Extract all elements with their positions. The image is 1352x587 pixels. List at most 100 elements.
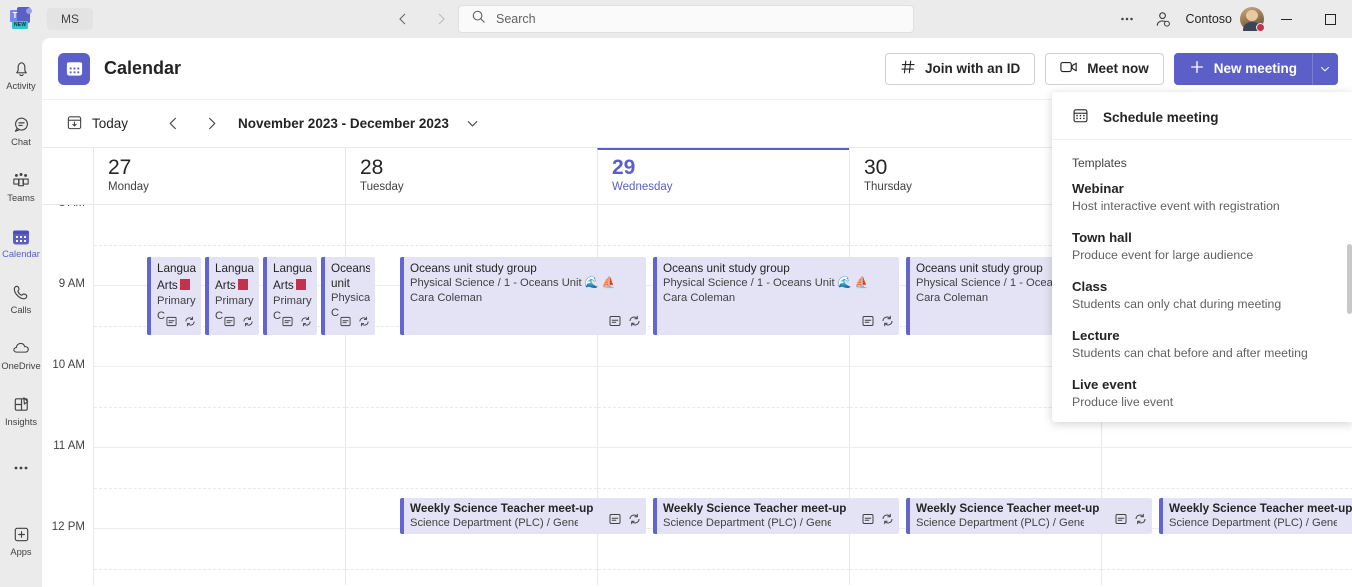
event-title-line2: unit [331, 276, 370, 291]
menu-item-webinar[interactable]: Webinar Host interactive event with regi… [1052, 174, 1352, 223]
today-label: Today [92, 116, 128, 131]
sidebar-item-more[interactable] [0, 440, 42, 492]
view-picker-button[interactable] [465, 116, 480, 131]
presence-badge-busy [1256, 23, 1265, 32]
sidebar-item-calendar[interactable]: Calendar [0, 216, 42, 268]
template-title: Lecture [1072, 327, 1332, 344]
calendar-event[interactable]: Weekly Science Teacher meet-up Science D… [1159, 498, 1352, 534]
event-title: Weekly Science Teacher meet-up [1169, 501, 1352, 516]
calendar-event[interactable]: Languag Arts Primary C [263, 257, 317, 335]
template-title: Town hall [1072, 229, 1332, 246]
event-icons [1115, 512, 1147, 530]
menu-item-live-event[interactable]: Live event Produce live event [1052, 370, 1352, 419]
time-label: 10 AM [52, 359, 85, 371]
event-subtitle: Primary [215, 294, 254, 309]
maximize-button[interactable] [1308, 0, 1352, 38]
people-add-icon[interactable] [1145, 4, 1181, 34]
event-icons [166, 314, 196, 332]
day-header-29-today[interactable]: 29 Wednesday [597, 148, 849, 204]
minimize-button[interactable] [1264, 0, 1308, 38]
sidebar-item-chat[interactable]: Chat [0, 104, 42, 156]
time-gutter: 9 AM [42, 286, 93, 367]
event-icons [862, 512, 894, 530]
calendar-event[interactable]: Oceans unit Physical C [321, 257, 375, 335]
app-tab-ms[interactable]: MS [47, 8, 93, 30]
calendar-icon [58, 53, 90, 85]
day-header-28[interactable]: 28 Tuesday [345, 148, 597, 204]
today-button[interactable]: Today [56, 108, 138, 140]
calendar-event[interactable]: Languag Arts Primary C [147, 257, 201, 335]
chevron-left-icon [166, 116, 181, 131]
calendar-event[interactable]: Weekly Science Teacher meet-up Science D… [653, 498, 899, 534]
calendar-event[interactable]: Oceans unit study group Physical Science… [653, 257, 899, 335]
prev-week-button[interactable] [158, 109, 188, 139]
note-icon [862, 314, 874, 332]
event-title: Languag [157, 261, 196, 276]
day-number: 27 [108, 155, 345, 180]
time-gutter-header [42, 148, 93, 204]
event-emoji: 🌊 ⛵ [838, 277, 869, 289]
time-slot[interactable] [345, 529, 597, 585]
event-subtitle: Primary [157, 294, 196, 309]
sidebar-item-apps[interactable]: Apps [0, 514, 42, 566]
sidebar-item-onedrive[interactable]: OneDrive [0, 328, 42, 380]
event-subtitle: Physical [331, 291, 370, 306]
sidebar-item-activity[interactable]: Activity [0, 48, 42, 100]
recurring-icon [628, 512, 641, 530]
template-description: Produce live event [1072, 394, 1332, 411]
next-week-button[interactable] [196, 109, 226, 139]
recurring-icon [881, 512, 894, 530]
menu-item-class[interactable]: Class Students can only chat during meet… [1052, 272, 1352, 321]
note-icon [340, 314, 351, 332]
meet-now-button[interactable]: Meet now [1045, 53, 1164, 85]
event-subtitle: Science Department (PLC) / Genera [663, 516, 831, 531]
sidebar-item-calls[interactable]: Calls [0, 272, 42, 324]
tenant-name[interactable]: Contoso [1185, 12, 1232, 26]
join-with-id-button[interactable]: Join with an ID [885, 53, 1035, 85]
new-meeting-button[interactable]: New meeting [1174, 53, 1312, 85]
sidebar-label: OneDrive [1, 361, 40, 371]
time-slot[interactable] [849, 529, 1101, 585]
time-slot[interactable] [1101, 529, 1352, 585]
new-meeting-split-button[interactable] [1312, 53, 1338, 85]
calendar-event[interactable]: Weekly Science Teacher meet-up Science D… [906, 498, 1152, 534]
calendar-event[interactable]: Weekly Science Teacher meet-up Science D… [400, 498, 646, 534]
titlebar-right-controls: Contoso [1109, 0, 1352, 38]
cloud-icon [10, 337, 32, 359]
day-header-27[interactable]: 27 Monday [93, 148, 345, 204]
recurring-icon [881, 314, 894, 332]
forward-button[interactable] [426, 4, 456, 34]
time-slot[interactable] [93, 367, 345, 448]
time-slot[interactable] [597, 367, 849, 448]
logo-new-badge: NEW [12, 21, 28, 29]
day-name: Monday [108, 181, 345, 193]
time-gutter: 12 PM [42, 529, 93, 585]
bell-icon [11, 57, 32, 79]
search-input[interactable]: Search [496, 12, 536, 26]
history-nav [388, 4, 456, 34]
event-icons [340, 314, 370, 332]
time-slot[interactable] [345, 367, 597, 448]
more-options-icon[interactable] [1109, 4, 1145, 34]
calendar-event[interactable]: Oceans unit study group Physical Science… [400, 257, 646, 335]
calendar-event[interactable]: Languag Arts Primary C [205, 257, 259, 335]
left-rail: Activity Chat Teams Calendar Calls OneDr… [0, 38, 42, 587]
event-icons [609, 314, 641, 332]
day-number: 29 [612, 155, 849, 180]
sidebar-item-insights[interactable]: Insights [0, 384, 42, 436]
hour-row-12pm: 12 PM [42, 529, 1352, 585]
sidebar-item-teams[interactable]: Teams [0, 160, 42, 212]
search-bar[interactable]: Search [458, 5, 914, 33]
day-name: Wednesday [612, 181, 849, 193]
vertical-scrollbar[interactable] [1347, 244, 1352, 314]
avatar[interactable] [1240, 7, 1264, 31]
menu-item-schedule-meeting[interactable]: Schedule meeting [1052, 98, 1352, 136]
menu-item-lecture[interactable]: Lecture Students can chat before and aft… [1052, 321, 1352, 370]
sidebar-label: Calendar [2, 249, 40, 259]
menu-item-town-hall[interactable]: Town hall Produce event for large audien… [1052, 223, 1352, 272]
time-slot[interactable] [93, 448, 345, 529]
time-slot[interactable] [597, 529, 849, 585]
back-button[interactable] [388, 4, 418, 34]
template-description: Host interactive event with registration [1072, 198, 1332, 215]
time-slot[interactable] [93, 529, 345, 585]
